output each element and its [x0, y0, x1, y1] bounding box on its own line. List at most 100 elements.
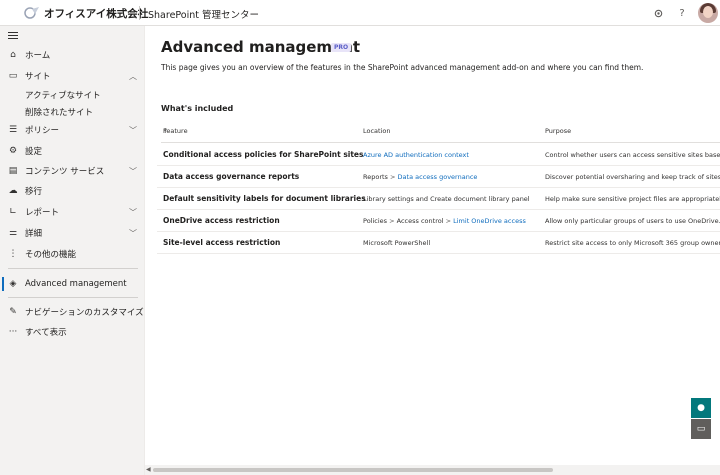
header-divider [139, 6, 140, 20]
nav-subitem-active-sites[interactable]: アクティブなサイト [25, 89, 101, 101]
purpose-cell: Discover potential oversharing and keep … [545, 173, 720, 181]
location-cell: Azure AD authentication context [363, 151, 469, 159]
table-row[interactable]: Default sensitivity labels for document … [157, 188, 720, 210]
chart-icon: ∟ [9, 207, 17, 217]
feature-cell: Conditional access policies for SharePoi… [163, 150, 364, 159]
scrollbar-thumb[interactable] [153, 468, 553, 472]
location-cell: Library settings and Create document lib… [363, 195, 530, 203]
location-link[interactable]: Limit OneDrive access [453, 217, 526, 225]
app-name[interactable]: SharePoint 管理センター [148, 7, 259, 21]
content-icon: ▤ [8, 166, 18, 176]
diamond-icon: ◈ [9, 279, 17, 289]
nav-subitem-deleted-sites[interactable]: 削除されたサイト [25, 106, 93, 118]
chevron-right-icon: > [389, 217, 395, 225]
nav-item-customize-navigation[interactable]: ✎ ナビゲーションのカスタマイズ [0, 302, 145, 322]
home-icon: ⌂ [10, 50, 16, 60]
feature-cell: OneDrive access restriction [163, 216, 280, 225]
nav-label: すべて表示 [25, 328, 67, 338]
location-cell: Policies > Access control > Limit OneDri… [363, 217, 526, 225]
purpose-cell: Control whether users can access sensiti… [545, 151, 720, 159]
nav-item-home[interactable]: ⌂ ホーム [0, 45, 145, 65]
sort-up-icon: ↑ [163, 127, 169, 135]
purpose-cell: Help make sure sensitive project files a… [545, 195, 720, 203]
chevron-down-icon[interactable]: ﹀ [129, 166, 137, 177]
section-title: What's included [161, 104, 234, 113]
column-header-location[interactable]: Location [363, 127, 391, 135]
avatar-face [703, 6, 713, 18]
nav-item-content-services[interactable]: ▤ コンテンツ サービス ﹀ [0, 161, 145, 181]
location-cell: Reports > Data access governance [363, 173, 477, 181]
pro-badge: PRO [331, 43, 352, 52]
chevron-up-icon[interactable]: ︿ [129, 71, 137, 82]
hamburger-icon[interactable] [8, 32, 18, 39]
column-header-purpose[interactable]: Purpose [545, 127, 571, 135]
nav-item-settings[interactable]: ⚙ 設定 [0, 141, 145, 161]
horizontal-scrollbar[interactable]: ◀ [145, 465, 720, 475]
table-row[interactable]: Data access governance reports Reports >… [157, 166, 720, 188]
question-icon[interactable]: ? [674, 5, 690, 21]
org-logo-icon [24, 7, 39, 19]
feature-cell: Site-level access restriction [163, 238, 281, 247]
location-cell: Microsoft PowerShell [363, 239, 431, 247]
table-row[interactable]: Conditional access policies for SharePoi… [157, 144, 720, 166]
table-row[interactable]: OneDrive access restriction Policies > A… [157, 210, 720, 232]
scroll-left-icon[interactable]: ◀ [146, 466, 151, 473]
nav-label: ポリシー [25, 126, 60, 136]
feedback-button[interactable]: ▭ [691, 419, 711, 439]
top-bar: オフィスアイ株式会社 SharePoint 管理センター ? [0, 0, 720, 26]
chevron-right-icon: > [390, 173, 396, 181]
nav-item-advanced-management[interactable]: ◈ Advanced management [0, 274, 145, 294]
nav-label: サイト [25, 72, 51, 82]
sliders-icon: ⚌ [8, 228, 18, 238]
nav-label: 設定 [25, 147, 43, 157]
location-link[interactable]: Data access governance [398, 173, 478, 181]
ellipsis-icon: ··· [8, 327, 18, 337]
headset-icon: ● [697, 403, 705, 413]
nav-label: ナビゲーションのカスタマイズ [25, 308, 144, 318]
location-text: Policies [363, 217, 388, 225]
nav-item-migration[interactable]: ☁ 移行 [0, 181, 145, 201]
chevron-right-icon: > [445, 217, 452, 225]
gear-icon: ⚙ [8, 146, 18, 156]
table-header: Feature ↑ Location Purpose [161, 127, 720, 143]
table-row[interactable]: Site-level access restriction Microsoft … [157, 232, 720, 254]
avatar[interactable] [698, 3, 718, 23]
main-content: Advanced management PRO This page gives … [145, 26, 720, 475]
nav-item-policies[interactable]: ☰ ポリシー ﹀ [0, 120, 145, 140]
help-chat-button[interactable]: ● [691, 398, 711, 418]
nav-label: コンテンツ サービス [25, 167, 105, 177]
cloud-icon: ☁ [8, 186, 18, 196]
location-link[interactable]: Azure AD authentication context [363, 151, 469, 159]
nav-divider [8, 297, 138, 298]
purpose-cell: Restrict site access to only Microsoft 3… [545, 239, 720, 247]
pencil-icon: ✎ [9, 307, 17, 317]
nav-label: 詳細 [25, 229, 43, 239]
feature-cell: Data access governance reports [163, 172, 300, 181]
gear-icon[interactable] [650, 5, 666, 21]
chevron-down-icon[interactable]: ﹀ [129, 228, 137, 239]
nav-label: 移行 [25, 187, 43, 197]
nav-item-advanced[interactable]: ⚌ 詳細 ﹀ [0, 223, 145, 243]
chevron-down-icon[interactable]: ﹀ [129, 207, 137, 218]
left-nav: ⌂ ホーム ▭ サイト ︿ アクティブなサイト 削除されたサイト ☰ ポリシー … [0, 26, 145, 475]
nav-item-reports[interactable]: ∟ レポート ﹀ [0, 202, 145, 222]
nav-divider [8, 268, 138, 269]
org-name[interactable]: オフィスアイ株式会社 [44, 6, 148, 21]
nav-item-show-all[interactable]: ··· すべて表示 [0, 322, 145, 342]
nav-item-more-features[interactable]: ⋮ その他の機能 [0, 244, 145, 264]
nav-label: レポート [25, 208, 60, 218]
nav-label: ホーム [25, 51, 51, 61]
nav-label: その他の機能 [25, 250, 77, 260]
nav-item-sites[interactable]: ▭ サイト ︿ [0, 66, 145, 86]
feature-cell: Default sensitivity labels for document … [163, 194, 366, 203]
purpose-cell: Allow only particular groups of users to… [545, 217, 720, 225]
nav-label: Advanced management [25, 279, 127, 289]
feedback-icon: ▭ [696, 424, 706, 434]
location-text: Reports [363, 173, 388, 181]
chevron-down-icon[interactable]: ﹀ [129, 125, 137, 136]
page-description: This page gives you an overview of the f… [161, 63, 644, 72]
sites-icon: ▭ [8, 71, 18, 81]
location-text: Access control [396, 217, 444, 225]
more-vertical-icon: ⋮ [8, 249, 18, 259]
policy-icon: ☰ [8, 125, 18, 135]
